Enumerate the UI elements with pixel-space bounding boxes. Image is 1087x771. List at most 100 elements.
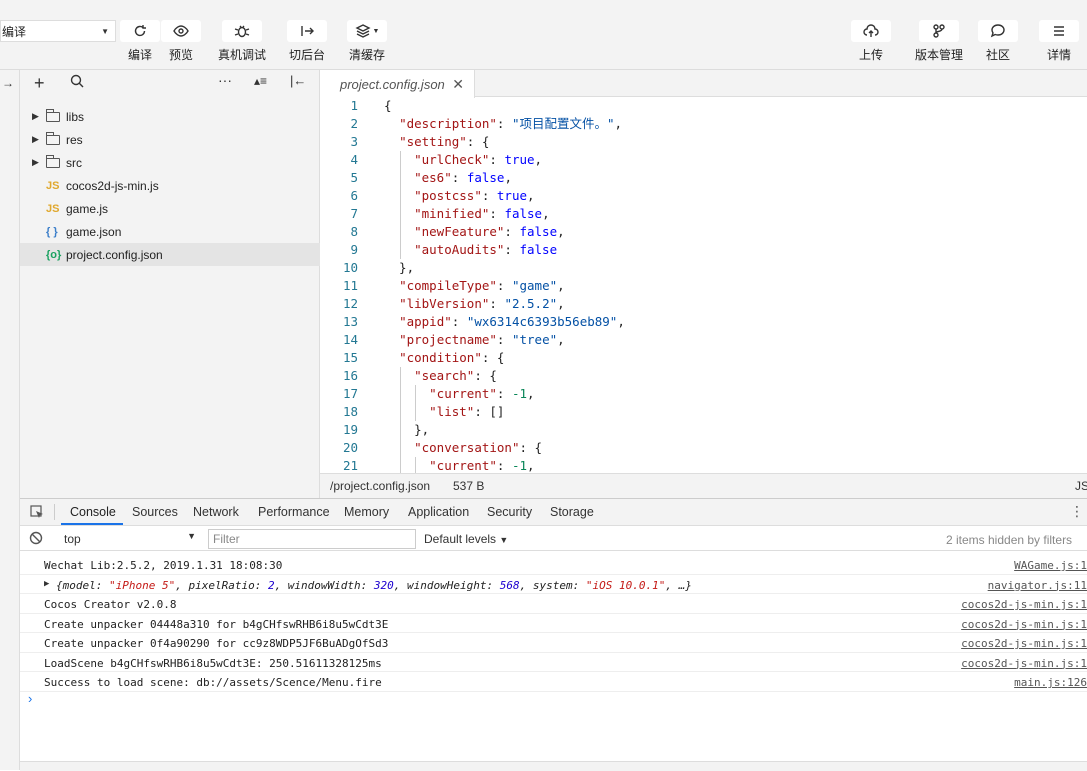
- tree-item-label: project.config.json: [66, 247, 163, 262]
- code-text: "current": -1,: [429, 458, 535, 473]
- menu-icon: [1039, 20, 1079, 42]
- console-log-row: Create unpacker 0f4a90290 for cc9z8WDP5J…: [20, 633, 1087, 653]
- right-button-0[interactable]: 上传: [851, 20, 891, 63]
- code-text: "minified": false,: [414, 206, 550, 221]
- line-number: 19: [342, 422, 358, 437]
- cloud-upload-icon: [851, 20, 891, 42]
- toolbar: 编译 ▼ 编译 预览 真机调试 切后台 ▼ 清缓存 上传 版本管理 社区 详情: [0, 0, 1087, 70]
- chevron-right-icon[interactable]: ▶: [32, 134, 39, 145]
- tab-project-config[interactable]: project.config.json ✕: [320, 70, 475, 98]
- code-text: "condition": {: [399, 350, 505, 365]
- tab-sources[interactable]: Sources: [132, 505, 178, 519]
- context-select[interactable]: top ▼: [56, 530, 196, 548]
- code-text: "setting": {: [399, 134, 490, 149]
- indent-guide: [415, 385, 416, 403]
- code-line: 14 "projectname": "tree",: [320, 331, 1087, 349]
- code-line: 9 "autoAudits": false: [320, 241, 1087, 259]
- clear-console-icon[interactable]: [29, 531, 43, 548]
- collapse-all-icon[interactable]: ▴≡: [254, 74, 267, 88]
- code-line: 13 "appid": "wx6314c6393b56eb89",: [320, 313, 1087, 331]
- add-file-icon[interactable]: +: [34, 73, 45, 94]
- log-source-link[interactable]: navigator.js:11: [988, 579, 1087, 592]
- tree-item-src[interactable]: ▶ src: [20, 151, 320, 174]
- code-area[interactable]: 1{2 "description": "项目配置文件。", 3 "setting"…: [320, 97, 1087, 473]
- tree-item-libs[interactable]: ▶ libs: [20, 105, 320, 128]
- line-number: 15: [342, 350, 358, 365]
- console-log-row: Cocos Creator v2.0.8 cocos2d-js-min.js:1: [20, 594, 1087, 614]
- arrow-right-icon[interactable]: →: [2, 76, 14, 90]
- left-button-2[interactable]: 真机调试: [218, 20, 266, 63]
- chevron-right-icon[interactable]: ▶: [32, 157, 39, 168]
- log-source-link[interactable]: cocos2d-js-min.js:1: [961, 637, 1087, 650]
- code-text: "search": {: [414, 368, 497, 383]
- kebab-menu-icon[interactable]: ⋮: [1070, 503, 1084, 520]
- console-prompt-icon[interactable]: ›: [28, 691, 32, 706]
- log-message[interactable]: {model: "iPhone 5", pixelRatio: 2, windo…: [56, 579, 692, 592]
- indent-guide: [399, 403, 401, 421]
- tab-network[interactable]: Network: [193, 505, 239, 519]
- expand-icon[interactable]: ▶: [44, 579, 49, 589]
- right-button-1[interactable]: 版本管理: [915, 20, 963, 63]
- devtools-tabs: Console Sources Network Performance Memory Ap…: [20, 499, 1087, 526]
- left-button-1[interactable]: 预览: [161, 20, 201, 63]
- log-source-link[interactable]: cocos2d-js-min.js:1: [961, 598, 1087, 611]
- line-number: 5: [350, 170, 358, 185]
- context-value: top: [64, 532, 81, 546]
- tab-console[interactable]: Console: [70, 505, 116, 519]
- chevron-down-icon: ▼: [187, 531, 196, 541]
- tab-security[interactable]: Security: [487, 505, 532, 519]
- line-number: 4: [350, 152, 358, 167]
- log-message: Cocos Creator v2.0.8: [44, 598, 177, 611]
- code-line: 16 "search": {: [320, 367, 1087, 385]
- json-file-icon: { }: [46, 225, 58, 238]
- tab-memory[interactable]: Memory: [344, 505, 389, 519]
- log-message: LoadScene b4gCHfswRHB6i8u5wCdt3E: 250.51…: [44, 656, 382, 670]
- tree-item-game-js[interactable]: JS game.js: [20, 197, 320, 220]
- log-source-link[interactable]: WAGame.js:1: [1014, 559, 1087, 572]
- code-line: 11 "compileType": "game",: [320, 277, 1087, 295]
- right-button-2[interactable]: 社区: [978, 20, 1018, 63]
- inspect-element-icon[interactable]: [30, 505, 44, 522]
- toggle-sidebar-icon[interactable]: |←: [290, 73, 306, 88]
- log-levels-select[interactable]: Default levels ▼: [424, 532, 508, 546]
- line-number: 12: [342, 296, 358, 311]
- compile-mode-select[interactable]: 编译 ▼: [0, 20, 116, 42]
- more-icon[interactable]: ···: [218, 72, 232, 88]
- indent-guide: [399, 169, 401, 187]
- log-source-link[interactable]: cocos2d-js-min.js:1: [961, 657, 1087, 670]
- compile-mode-value: 编译: [2, 24, 27, 39]
- log-source-link[interactable]: cocos2d-js-min.js:1: [961, 618, 1087, 631]
- js-file-icon: JS: [46, 179, 60, 192]
- code-text: "libVersion": "2.5.2",: [399, 296, 565, 311]
- right-button-3[interactable]: 详情: [1039, 20, 1079, 63]
- filter-input[interactable]: Filter: [208, 529, 416, 549]
- tab-performance[interactable]: Performance: [258, 505, 330, 519]
- log-source-link[interactable]: main.js:126: [1014, 676, 1087, 689]
- tab-storage[interactable]: Storage: [550, 505, 594, 519]
- chevron-right-icon[interactable]: ▶: [32, 111, 39, 122]
- refresh-icon: [120, 20, 160, 42]
- left-button-3[interactable]: 切后台: [287, 20, 327, 63]
- tree-item-cocos2d-js-min-js[interactable]: JS cocos2d-js-min.js: [20, 174, 320, 197]
- line-number: 3: [350, 134, 358, 149]
- tree-item-game-json[interactable]: { } game.json: [20, 220, 320, 243]
- search-icon[interactable]: [70, 74, 84, 91]
- left-button-4[interactable]: ▼ 清缓存: [347, 20, 387, 63]
- close-icon[interactable]: ✕: [452, 76, 464, 93]
- line-number: 7: [350, 206, 358, 221]
- folder-icon: [46, 108, 60, 122]
- line-number: 16: [342, 368, 358, 383]
- tab-application[interactable]: Application: [408, 505, 469, 519]
- code-line: 8 "newFeature": false,: [320, 223, 1087, 241]
- log-message: Wechat Lib:2.5.2, 2019.1.31 18:08:30: [44, 559, 283, 572]
- log-message: Create unpacker 04448a310 for b4gCHfswRH…: [44, 617, 389, 631]
- tree-item-project-config-json[interactable]: {o} project.config.json: [20, 243, 320, 266]
- tree-item-res[interactable]: ▶ res: [20, 128, 320, 151]
- indent-guide: [399, 457, 401, 473]
- code-text: "autoAudits": false: [414, 242, 558, 257]
- code-text: "description": "项目配置文件。",: [399, 116, 623, 131]
- code-line: 19 },: [320, 421, 1087, 439]
- status-language[interactable]: JS: [1075, 479, 1087, 493]
- explorer-header: + ··· ▴≡ |←: [20, 70, 319, 97]
- left-button-0[interactable]: 编译: [120, 20, 160, 63]
